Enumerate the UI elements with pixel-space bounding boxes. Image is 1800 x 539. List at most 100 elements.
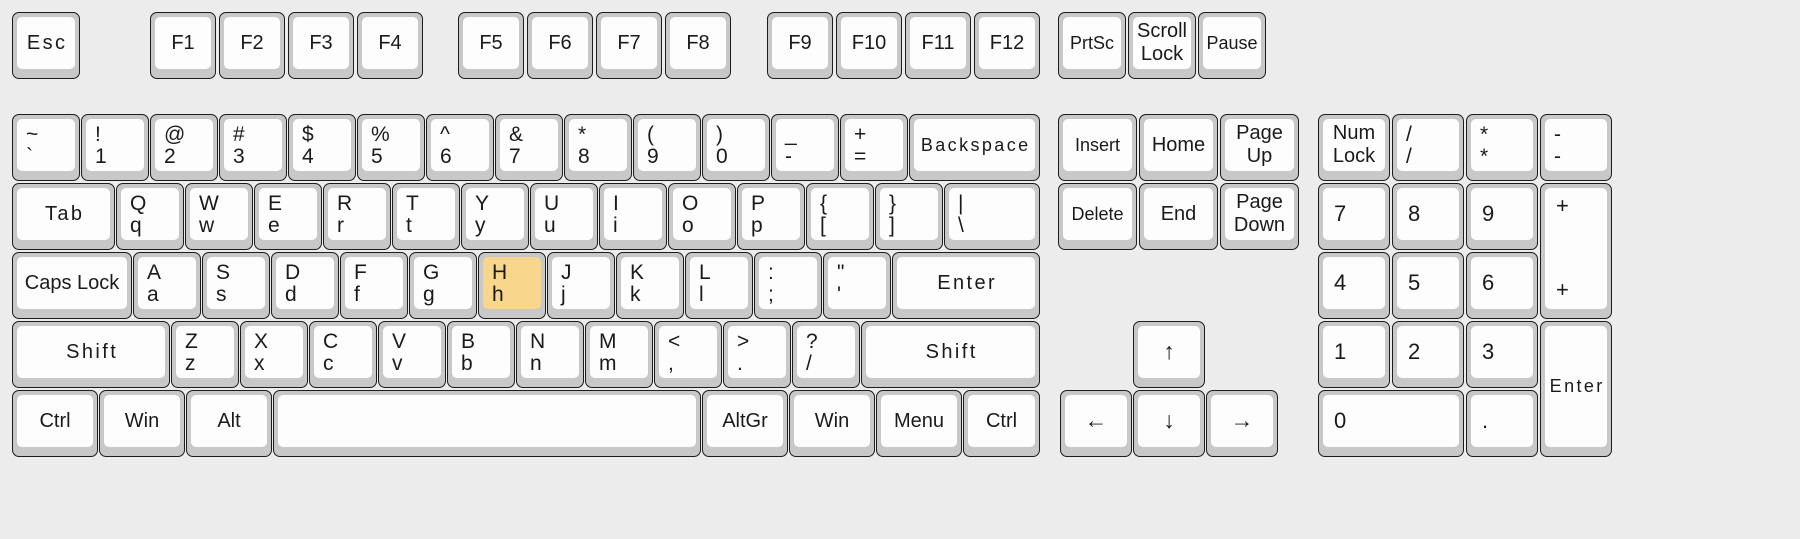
key-u[interactable]: Uu (530, 183, 598, 250)
key-5[interactable]: % 5 (357, 114, 425, 181)
key-numpad-3[interactable]: 3 (1466, 321, 1538, 388)
key-left-shift[interactable]: Shift (12, 321, 170, 388)
key-numpad-8[interactable]: 8 (1392, 183, 1464, 250)
key-c[interactable]: Cc (309, 321, 377, 388)
key-9[interactable]: (9 (633, 114, 701, 181)
key-right-bracket[interactable]: }] (875, 183, 943, 250)
key-escape[interactable]: Esc (12, 12, 80, 79)
key-s[interactable]: Ss (202, 252, 270, 319)
key-f11[interactable]: F11 (905, 12, 971, 79)
key-f8[interactable]: F8 (665, 12, 731, 79)
key-f7[interactable]: F7 (596, 12, 662, 79)
key-numpad-2[interactable]: 2 (1392, 321, 1464, 388)
key-f2[interactable]: F2 (219, 12, 285, 79)
key-numpad-multiply[interactable]: * * (1466, 114, 1538, 181)
key-l[interactable]: Ll (685, 252, 753, 319)
key-quote[interactable]: " ' (823, 252, 891, 319)
key-f12[interactable]: F12 (974, 12, 1040, 79)
key-numpad-7[interactable]: 7 (1318, 183, 1390, 250)
key-f5[interactable]: F5 (458, 12, 524, 79)
key-delete[interactable]: Delete (1058, 183, 1137, 250)
key-home[interactable]: Home (1139, 114, 1218, 181)
key-left-alt[interactable]: Alt (186, 390, 272, 457)
key-numpad-add[interactable]: + + (1540, 183, 1612, 319)
key-caps-lock[interactable]: Caps Lock (12, 252, 132, 319)
key-f1[interactable]: F1 (150, 12, 216, 79)
key-r[interactable]: Rr (323, 183, 391, 250)
key-x[interactable]: Xx (240, 321, 308, 388)
key-pause[interactable]: Pause (1198, 12, 1266, 79)
key-backquote[interactable]: ~ ` (12, 114, 80, 181)
key-enter[interactable]: Enter (892, 252, 1040, 319)
key-6[interactable]: ^ 6 (426, 114, 494, 181)
key-b[interactable]: Bb (447, 321, 515, 388)
key-arrow-up[interactable]: ↑ (1133, 321, 1205, 388)
key-numpad-1[interactable]: 1 (1318, 321, 1390, 388)
key-h[interactable]: Hh (478, 252, 546, 319)
key-slash[interactable]: ? / (792, 321, 860, 388)
key-j[interactable]: Jj (547, 252, 615, 319)
key-f3[interactable]: F3 (288, 12, 354, 79)
key-period[interactable]: >. (723, 321, 791, 388)
key-num-lock[interactable]: Num Lock (1318, 114, 1390, 181)
key-f10[interactable]: F10 (836, 12, 902, 79)
key-7[interactable]: & 7 (495, 114, 563, 181)
key-i[interactable]: Ii (599, 183, 667, 250)
key-numpad-subtract[interactable]: -- (1540, 114, 1612, 181)
key-semicolon[interactable]: :; (754, 252, 822, 319)
key-equal[interactable]: + = (840, 114, 908, 181)
key-f[interactable]: Ff (340, 252, 408, 319)
key-minus[interactable]: _ - (771, 114, 839, 181)
key-left-bracket[interactable]: {[ (806, 183, 874, 250)
key-arrow-left[interactable]: ← (1060, 390, 1132, 457)
key-alt-gr[interactable]: AltGr (702, 390, 788, 457)
key-w[interactable]: Ww (185, 183, 253, 250)
key-a[interactable]: Aa (133, 252, 201, 319)
key-2[interactable]: @2 (150, 114, 218, 181)
key-f4[interactable]: F4 (357, 12, 423, 79)
key-insert[interactable]: Insert (1058, 114, 1137, 181)
key-f9[interactable]: F9 (767, 12, 833, 79)
key-numpad-0[interactable]: 0 (1318, 390, 1464, 457)
key-backslash[interactable]: | \ (944, 183, 1040, 250)
key-d[interactable]: Dd (271, 252, 339, 319)
key-f6[interactable]: F6 (527, 12, 593, 79)
key-numpad-divide[interactable]: / / (1392, 114, 1464, 181)
key-backspace[interactable]: Backspace (909, 114, 1040, 181)
key-right-shift[interactable]: Shift (861, 321, 1040, 388)
key-arrow-down[interactable]: ↓ (1133, 390, 1205, 457)
key-right-control[interactable]: Ctrl (963, 390, 1040, 457)
key-q[interactable]: Qq (116, 183, 184, 250)
key-y[interactable]: Yy (461, 183, 529, 250)
key-numpad-9[interactable]: 9 (1466, 183, 1538, 250)
key-numpad-6[interactable]: 6 (1466, 252, 1538, 319)
key-end[interactable]: End (1139, 183, 1218, 250)
key-1[interactable]: ! 1 (81, 114, 149, 181)
key-left-control[interactable]: Ctrl (12, 390, 98, 457)
key-numpad-enter[interactable]: Enter (1540, 321, 1612, 457)
key-4[interactable]: $4 (288, 114, 356, 181)
key-v[interactable]: Vv (378, 321, 446, 388)
key-3[interactable]: #3 (219, 114, 287, 181)
key-left-win[interactable]: Win (99, 390, 185, 457)
key-p[interactable]: Pp (737, 183, 805, 250)
key-space[interactable] (273, 390, 701, 457)
key-t[interactable]: Tt (392, 183, 460, 250)
key-8[interactable]: * 8 (564, 114, 632, 181)
key-e[interactable]: Ee (254, 183, 322, 250)
key-page-up[interactable]: Page Up (1220, 114, 1299, 181)
key-g[interactable]: Gg (409, 252, 477, 319)
key-numpad-decimal[interactable]: . (1466, 390, 1538, 457)
key-print-screen[interactable]: PrtSc (1058, 12, 1126, 79)
key-scroll-lock[interactable]: Scroll Lock (1128, 12, 1196, 79)
key-k[interactable]: Kk (616, 252, 684, 319)
key-menu[interactable]: Menu (876, 390, 962, 457)
key-comma[interactable]: <, (654, 321, 722, 388)
key-0[interactable]: ) 0 (702, 114, 770, 181)
key-page-down[interactable]: Page Down (1220, 183, 1299, 250)
key-o[interactable]: Oo (668, 183, 736, 250)
key-numpad-4[interactable]: 4 (1318, 252, 1390, 319)
key-z[interactable]: Zz (171, 321, 239, 388)
key-n[interactable]: Nn (516, 321, 584, 388)
key-tab[interactable]: Tab (12, 183, 115, 250)
